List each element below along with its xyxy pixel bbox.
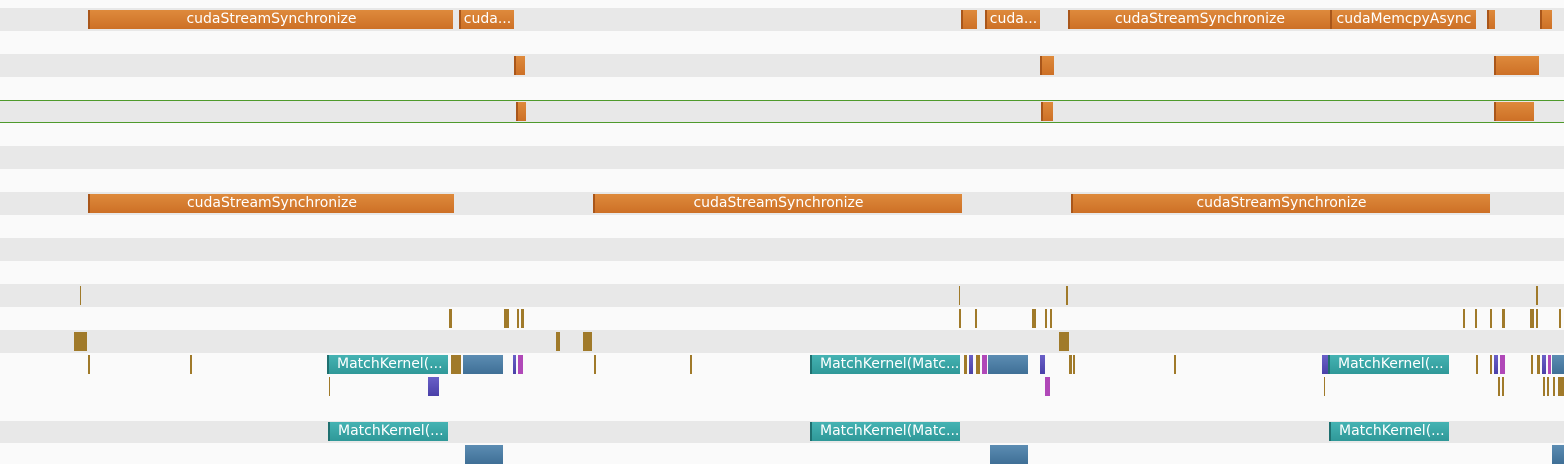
event-mark[interactable] bbox=[518, 355, 523, 374]
api-bar[interactable] bbox=[1494, 56, 1539, 75]
event-mark[interactable] bbox=[964, 355, 967, 374]
timeline-row[interactable] bbox=[0, 238, 1564, 261]
event-mark[interactable] bbox=[1536, 286, 1538, 305]
api-bar[interactable] bbox=[1040, 56, 1054, 75]
event-mark[interactable] bbox=[1502, 309, 1505, 328]
event-mark[interactable] bbox=[1045, 377, 1050, 396]
event-mark[interactable] bbox=[1543, 377, 1545, 396]
event-mark[interactable] bbox=[190, 355, 192, 374]
event-mark[interactable] bbox=[1502, 377, 1504, 396]
memcpy-bar[interactable] bbox=[988, 355, 1028, 374]
kernel-bar-match-kernel[interactable]: MatchKernel(... bbox=[1328, 355, 1449, 374]
event-mark[interactable] bbox=[1498, 377, 1500, 396]
event-mark[interactable] bbox=[969, 355, 973, 374]
event-mark[interactable] bbox=[583, 332, 592, 351]
api-bar-cuda-short[interactable]: cuda... bbox=[459, 10, 514, 29]
event-mark[interactable] bbox=[74, 332, 87, 351]
event-mark[interactable] bbox=[1050, 309, 1052, 328]
timeline-row[interactable] bbox=[0, 284, 1564, 307]
memcpy-bar[interactable] bbox=[990, 445, 1028, 464]
api-bar[interactable] bbox=[514, 56, 525, 75]
api-bar[interactable] bbox=[516, 102, 526, 121]
event-mark[interactable] bbox=[1531, 355, 1533, 374]
kernel-bar-match-kernel[interactable]: MatchKernel(Matc... bbox=[810, 422, 960, 441]
event-mark[interactable] bbox=[594, 355, 596, 374]
api-bar-cuda-stream-synchronize[interactable]: cudaStreamSynchronize bbox=[593, 194, 962, 213]
event-mark[interactable] bbox=[690, 355, 692, 374]
event-mark[interactable] bbox=[1500, 355, 1505, 374]
event-mark[interactable] bbox=[975, 309, 977, 328]
api-bar-cuda-stream-synchronize[interactable]: cudaStreamSynchronize bbox=[88, 10, 453, 29]
event-mark[interactable] bbox=[1494, 355, 1498, 374]
event-mark[interactable] bbox=[1490, 355, 1492, 374]
event-mark[interactable] bbox=[1045, 309, 1047, 328]
memcpy-bar[interactable] bbox=[1552, 355, 1564, 374]
event-mark[interactable] bbox=[1032, 309, 1036, 328]
event-mark[interactable] bbox=[521, 309, 524, 328]
kernel-bar-match-kernel[interactable]: MatchKernel(... bbox=[328, 422, 448, 441]
event-mark[interactable] bbox=[1537, 355, 1540, 374]
event-mark[interactable] bbox=[329, 377, 330, 396]
event-mark[interactable] bbox=[1547, 377, 1549, 396]
api-bar[interactable] bbox=[1494, 102, 1534, 121]
api-bar-cuda-stream-synchronize[interactable]: cudaStreamSynchronize bbox=[1068, 10, 1330, 29]
event-mark[interactable] bbox=[1324, 377, 1325, 396]
event-mark[interactable] bbox=[1530, 309, 1534, 328]
timeline-view[interactable]: cudaStreamSynchronize cuda... cuda... cu… bbox=[0, 0, 1564, 464]
timeline-row[interactable] bbox=[0, 54, 1564, 77]
event-mark[interactable] bbox=[1476, 355, 1478, 374]
event-mark[interactable] bbox=[504, 309, 509, 328]
event-mark[interactable] bbox=[1559, 309, 1561, 328]
event-mark[interactable] bbox=[451, 355, 461, 374]
event-mark[interactable] bbox=[959, 286, 960, 305]
api-bar-cuda-memcpy-async[interactable]: cudaMemcpyAsync bbox=[1330, 10, 1476, 29]
event-mark[interactable] bbox=[517, 309, 519, 328]
event-mark[interactable] bbox=[1548, 355, 1551, 374]
event-mark[interactable] bbox=[1069, 355, 1072, 374]
event-mark[interactable] bbox=[1463, 309, 1465, 328]
api-bar[interactable] bbox=[1041, 102, 1053, 121]
memcpy-bar[interactable] bbox=[463, 355, 503, 374]
event-mark[interactable] bbox=[1040, 355, 1045, 374]
event-mark[interactable] bbox=[1174, 355, 1176, 374]
event-mark[interactable] bbox=[1073, 355, 1075, 374]
event-mark[interactable] bbox=[1059, 332, 1069, 351]
event-mark[interactable] bbox=[982, 355, 987, 374]
event-mark[interactable] bbox=[1558, 377, 1564, 396]
event-mark[interactable] bbox=[513, 355, 516, 374]
kernel-bar-match-kernel[interactable]: MatchKernel(Matc... bbox=[810, 355, 960, 374]
api-bar[interactable] bbox=[1540, 10, 1552, 29]
api-bar[interactable] bbox=[1487, 10, 1495, 29]
api-bar-cuda-short[interactable]: cuda... bbox=[985, 10, 1040, 29]
event-mark[interactable] bbox=[1490, 309, 1492, 328]
event-mark[interactable] bbox=[1553, 377, 1555, 396]
memcpy-bar[interactable] bbox=[1552, 445, 1564, 464]
event-mark[interactable] bbox=[1542, 355, 1546, 374]
kernel-bar-match-kernel[interactable]: MatchKernel(... bbox=[327, 355, 448, 374]
event-mark[interactable] bbox=[976, 355, 980, 374]
timeline-row[interactable] bbox=[0, 330, 1564, 353]
event-mark[interactable] bbox=[1066, 286, 1068, 305]
event-mark[interactable] bbox=[449, 309, 452, 328]
event-mark[interactable] bbox=[1536, 309, 1538, 328]
event-mark[interactable] bbox=[428, 377, 439, 396]
event-mark[interactable] bbox=[1475, 309, 1477, 328]
api-bar[interactable] bbox=[961, 10, 977, 29]
event-mark[interactable] bbox=[88, 355, 90, 374]
api-bar-cuda-stream-synchronize[interactable]: cudaStreamSynchronize bbox=[1071, 194, 1490, 213]
timeline-row-selected[interactable] bbox=[0, 100, 1564, 123]
api-bar-cuda-stream-synchronize[interactable]: cudaStreamSynchronize bbox=[88, 194, 454, 213]
event-mark[interactable] bbox=[80, 286, 81, 305]
memcpy-bar[interactable] bbox=[465, 445, 503, 464]
timeline-row[interactable] bbox=[0, 146, 1564, 169]
event-mark[interactable] bbox=[556, 332, 560, 351]
event-mark[interactable] bbox=[959, 309, 961, 328]
kernel-bar-match-kernel[interactable]: MatchKernel(... bbox=[1329, 422, 1449, 441]
